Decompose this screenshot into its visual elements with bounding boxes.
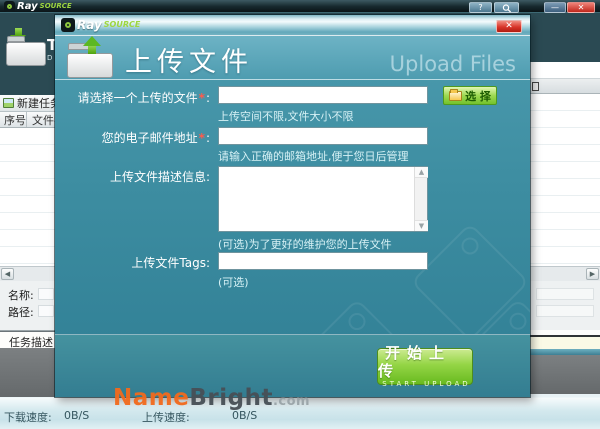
scroll-down-icon[interactable]: ▼ <box>415 220 428 231</box>
task-table <box>0 128 55 266</box>
raysource-logo: Ray SOURCE <box>61 18 140 32</box>
description-textarea[interactable] <box>218 166 428 232</box>
new-task-button[interactable]: 新建任务 <box>17 95 55 111</box>
name-value <box>38 288 54 300</box>
column-header-index[interactable]: 序号 <box>0 112 27 127</box>
column-header-filename[interactable]: 文件名 <box>27 112 55 127</box>
email-hint: 请输入正确的邮箱地址,便于您日后管理 <box>218 150 409 163</box>
main-titlebar: Ray SOURCE ? — ✕ <box>0 0 600 13</box>
file-hint: 上传空间不限,文件大小不限 <box>218 110 354 123</box>
description-label: 上传文件描述信息: <box>109 170 210 184</box>
help-button[interactable]: ? <box>469 2 492 13</box>
description-hint: (可选)为了更好的维护您的上传文件 <box>218 238 392 251</box>
dialog-subtitle: Upload Files <box>389 52 516 76</box>
upload-dialog: Ray SOURCE ✕ 上传文件 Upload Files 请选择一个上传的文… <box>55 15 530 397</box>
new-task-icon <box>3 98 14 108</box>
select-file-button[interactable]: 选 择 <box>443 86 497 105</box>
table-header-fragment <box>530 79 600 94</box>
scroll-left-icon[interactable]: ◀ <box>1 268 14 280</box>
brand-source: SOURCE <box>39 2 72 10</box>
path-value <box>38 305 54 317</box>
scroll-up-icon[interactable]: ▲ <box>415 167 428 178</box>
task-table <box>530 94 600 266</box>
raysource-logo: Ray SOURCE <box>4 1 72 12</box>
email-input[interactable] <box>218 127 428 145</box>
download-folder-icon <box>6 28 46 66</box>
name-label: 名称: <box>8 289 34 302</box>
dialog-title: 上传文件 <box>125 47 253 78</box>
tags-label: 上传文件Tags: <box>131 256 210 270</box>
file-path-input[interactable] <box>218 86 428 104</box>
clipped-icon <box>532 82 539 91</box>
brand-source: SOURCE <box>103 20 141 29</box>
banner-text-fragment: D <box>47 54 53 62</box>
file-label: 请选择一个上传的文件*: <box>77 91 210 105</box>
email-label: 您的电子邮件地址*: <box>101 131 210 145</box>
task-info-panel: 名称: 路径: <box>0 281 55 330</box>
brand-ray: Ray <box>77 18 102 32</box>
close-button[interactable]: ✕ <box>567 2 595 13</box>
dialog-close-button[interactable]: ✕ <box>496 20 522 33</box>
info-panel-fragment <box>530 281 600 330</box>
main-window-right-sliver <box>530 13 600 397</box>
description-panel <box>0 348 55 397</box>
scroll-right-icon[interactable]: ▶ <box>586 268 599 280</box>
minimize-button[interactable]: — <box>544 2 566 13</box>
address-bar-fragment <box>530 62 600 79</box>
raysource-logo-icon <box>61 18 75 32</box>
folder-select-icon <box>449 88 463 101</box>
start-upload-button[interactable]: 开始上传 START UPLOAD <box>377 344 473 388</box>
tab-row: 任务描述 <box>0 330 72 350</box>
brand-ray: Ray <box>17 0 38 12</box>
screenshot-root: Ray SOURCE ? — ✕ T D 新建任务 序号 文件名 ◀ 名称: 路… <box>0 0 600 429</box>
search-icon <box>502 4 511 13</box>
tags-hint: (可选) <box>218 276 249 289</box>
upload-speed-label: 上传速度: <box>142 411 190 424</box>
download-speed-value: 0B/S <box>64 409 90 422</box>
tags-input[interactable] <box>218 252 428 270</box>
search-button[interactable] <box>494 2 519 13</box>
textarea-scrollbar[interactable]: ▲ ▼ <box>414 167 428 231</box>
path-label: 路径: <box>8 306 34 319</box>
download-speed-label: 下载速度: <box>4 411 52 424</box>
dialog-titlebar: Ray SOURCE ✕ <box>55 15 530 36</box>
tab-task-description[interactable]: 任务描述 <box>0 331 72 350</box>
raysource-logo-icon <box>4 1 15 12</box>
description-panel <box>530 355 600 394</box>
upload-folder-icon <box>67 36 113 78</box>
table-header: 序号 文件名 <box>0 112 55 128</box>
toolbar: 新建任务 <box>0 95 55 112</box>
upload-arrow-icon <box>83 36 101 54</box>
dialog-header: 上传文件 Upload Files <box>55 36 530 80</box>
horizontal-scrollbar[interactable]: ▶ <box>530 266 600 281</box>
horizontal-scrollbar[interactable]: ◀ <box>0 266 55 281</box>
namebright-watermark: NameBright.com <box>113 385 311 411</box>
